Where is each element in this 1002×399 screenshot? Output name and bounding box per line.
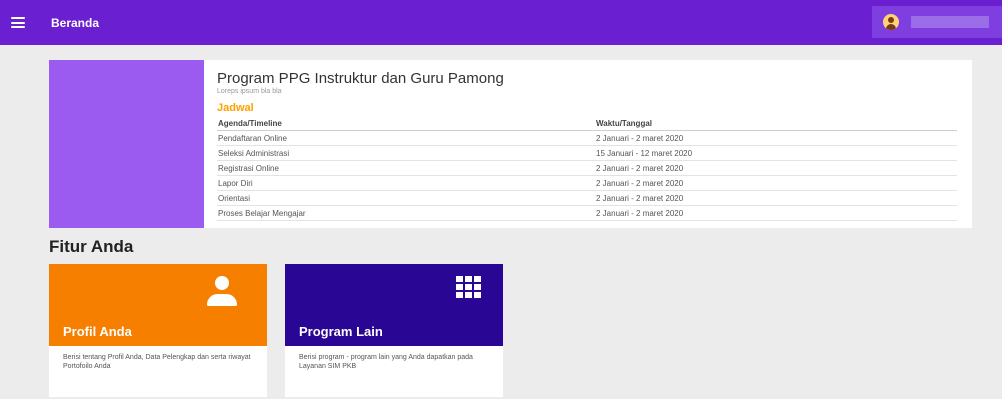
table-row: Orientasi 2 Januari - 2 maret 2020 <box>217 191 957 206</box>
agenda-cell: Pendaftaran Online <box>218 133 287 143</box>
program-card: Program PPG Instruktur dan Guru Pamong L… <box>49 60 972 228</box>
user-menu[interactable] <box>872 6 1002 38</box>
agenda-cell: Registrasi Online <box>218 163 279 173</box>
person-icon <box>207 276 237 308</box>
feature-card-description: Berisi tentang Profil Anda, Data Pelengk… <box>63 354 251 370</box>
user-avatar-icon[interactable] <box>883 14 899 30</box>
feature-card-profil[interactable]: Profil Anda Berisi tentang Profil Anda, … <box>49 264 267 397</box>
date-cell: 2 Januari - 2 maret 2020 <box>596 178 684 188</box>
table-row: Pendaftaran Online 2 Januari - 2 maret 2… <box>217 131 957 146</box>
app-bar: Beranda <box>0 0 1002 45</box>
apps-grid-icon <box>456 276 482 298</box>
date-cell: 2 Januari - 2 maret 2020 <box>596 193 684 203</box>
table-row: Lapor Diri 2 Januari - 2 maret 2020 <box>217 176 957 191</box>
hamburger-menu-icon[interactable] <box>11 17 25 28</box>
feature-card-header[interactable]: Program Lain <box>285 264 503 346</box>
date-cell: 15 Januari - 12 maret 2020 <box>596 148 693 158</box>
schedule-header-row: Agenda/Timeline Waktu/Tanggal <box>217 116 957 131</box>
feature-card-description: Berisi program - program lain yang Anda … <box>299 354 473 370</box>
feature-card-header[interactable]: Profil Anda <box>49 264 267 346</box>
page-title: Beranda <box>51 15 100 30</box>
date-cell: 2 Januari - 2 maret 2020 <box>596 208 684 218</box>
program-title: Program PPG Instruktur dan Guru Pamong <box>217 70 504 87</box>
feature-card-label[interactable]: Profil Anda <box>63 324 132 339</box>
user-name-redacted <box>911 16 989 28</box>
program-subtitle: Loreps ipsum bla bla <box>217 88 282 95</box>
program-image-placeholder <box>49 60 204 228</box>
column-header-agenda: Agenda/Timeline <box>218 118 282 128</box>
schedule-table: Agenda/Timeline Waktu/Tanggal Pendaftara… <box>217 116 957 221</box>
agenda-cell: Orientasi <box>218 193 251 203</box>
table-row: Proses Belajar Mengajar 2 Januari - 2 ma… <box>217 206 957 221</box>
agenda-cell: Lapor Diri <box>218 178 253 188</box>
table-row: Registrasi Online 2 Januari - 2 maret 20… <box>217 161 957 176</box>
agenda-cell: Seleksi Administrasi <box>218 148 290 158</box>
date-cell: 2 Januari - 2 maret 2020 <box>596 133 684 143</box>
schedule-heading: Jadwal <box>217 102 254 114</box>
feature-card-label[interactable]: Program Lain <box>299 324 383 339</box>
feature-card-program-lain[interactable]: Program Lain Berisi program - program la… <box>285 264 503 397</box>
date-cell: 2 Januari - 2 maret 2020 <box>596 163 684 173</box>
table-row: Seleksi Administrasi 15 Januari - 12 mar… <box>217 146 957 161</box>
agenda-cell: Proses Belajar Mengajar <box>218 208 306 218</box>
features-heading: Fitur Anda <box>49 237 134 256</box>
column-header-date: Waktu/Tanggal <box>596 118 652 128</box>
